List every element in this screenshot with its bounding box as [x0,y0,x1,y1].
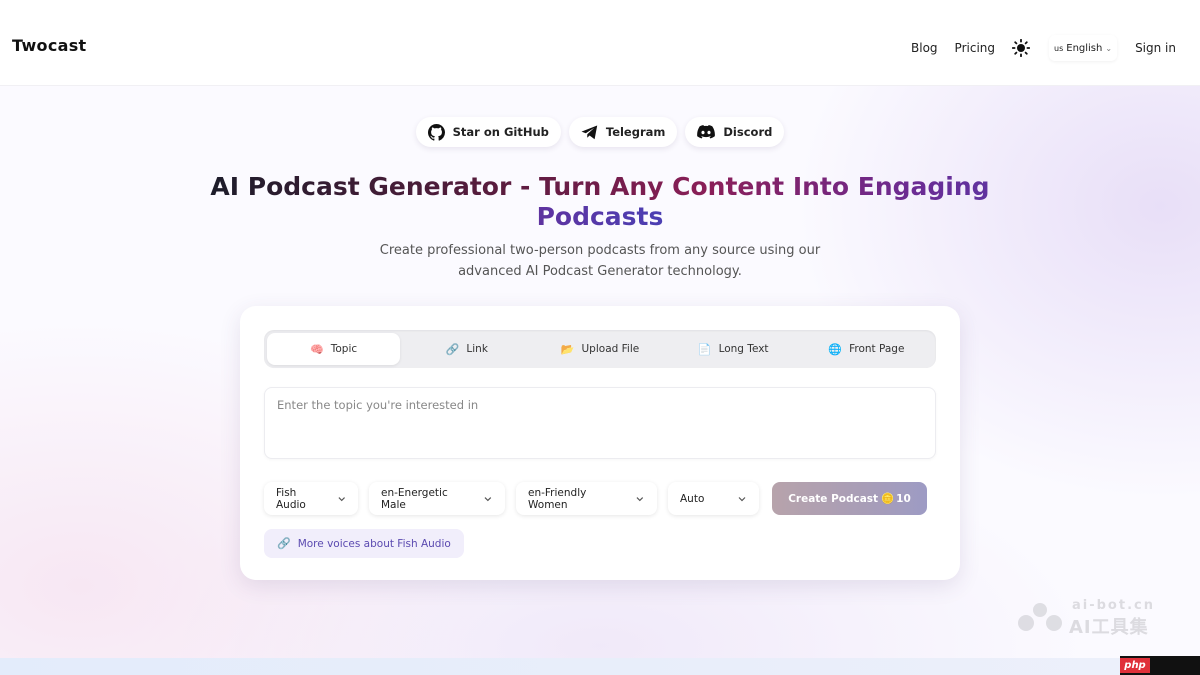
podcast-generator-card: 🧠 Topic 🔗 Link 📂 Upload File 📄 Long Text… [240,306,960,580]
voice-1-select[interactable]: en-Energetic Male [369,482,505,515]
us-flag-label: us [1054,43,1064,53]
tab-upload-file-label: Upload File [581,343,640,355]
watermark-domain: ai-bot.cn [1072,598,1155,613]
language-value: Auto [680,492,705,505]
discord-button[interactable]: Discord [685,117,785,147]
telegram-label: Telegram [605,125,666,139]
tab-link-label: Link [466,343,488,355]
site-header: Twocast Blog Pricing us English ⌄ Sign i… [0,0,1200,86]
telegram-button[interactable]: Telegram [568,117,678,147]
language-selector[interactable]: us English ⌄ [1049,35,1118,61]
voice-1-value: en-Energetic Male [381,486,448,511]
chevron-down-icon [738,496,746,501]
coin-icon: 🪙 [881,493,895,505]
link-icon: 🔗 [445,342,460,356]
tab-front-page[interactable]: 🌐 Front Page [800,333,933,365]
credit-cost: 10 [896,492,911,505]
page-subtitle: Create professional two-person podcasts … [379,243,821,279]
nav-blog-link[interactable]: Blog [911,41,938,55]
create-podcast-button[interactable]: Create Podcast 🪙 10 [772,482,927,515]
tab-topic[interactable]: 🧠 Topic [267,333,401,365]
language-label: English [1066,42,1103,54]
topic-input[interactable]: Enter the topic you're interested in [264,387,936,459]
create-podcast-label: Create Podcast [788,492,879,505]
folder-icon: 📂 [560,342,575,356]
php-badge-label: php [1120,658,1150,673]
php-badge: php [1120,656,1200,675]
tts-provider-value: Fish Audio [276,486,306,511]
more-voices-label: More voices about Fish Audio [297,537,451,550]
tab-link[interactable]: 🔗 Link [400,333,533,365]
page-title: AI Podcast Generator - Turn Any Content … [210,172,990,231]
tab-upload-file[interactable]: 📂 Upload File [533,333,666,365]
tab-topic-label: Topic [330,343,358,355]
next-section-strip [0,658,1200,675]
telegram-icon [581,125,598,139]
top-nav: Blog Pricing us English ⌄ Sign in [894,35,1176,61]
github-icon [427,123,445,141]
watermark: ai-bot.cn AI工具集 [1017,598,1167,638]
sign-in-link[interactable]: Sign in [1135,41,1176,55]
chevron-down-icon [636,496,644,501]
site-logo[interactable]: Twocast [12,36,86,55]
github-button[interactable]: Star on GitHub [415,117,561,147]
link-icon: 🔗 [277,537,291,550]
chevron-down-icon: ⌄ [1105,43,1113,53]
discord-label: Discord [723,125,773,139]
watermark-logo-icon [1018,603,1062,631]
language-select[interactable]: Auto [668,482,759,515]
discord-icon [697,125,716,139]
watermark-brand: AI工具集 [1069,617,1149,638]
github-label: Star on GitHub [452,125,549,139]
tts-provider-select[interactable]: Fish Audio [264,482,358,515]
tab-front-page-label: Front Page [849,343,905,355]
more-voices-link[interactable]: 🔗 More voices about Fish Audio [264,529,464,558]
document-icon: 📄 [697,342,712,356]
tab-long-text[interactable]: 📄 Long Text [667,333,800,365]
chevron-down-icon [338,496,345,501]
sun-icon[interactable] [1011,38,1031,58]
voice-2-select[interactable]: en-Friendly Women [516,482,657,515]
nav-pricing-link[interactable]: Pricing [955,41,995,55]
podcast-options: Fish Audio en-Energetic Male en-Friendly… [264,482,927,515]
brain-icon: 🧠 [310,342,324,356]
social-links: Star on GitHub Telegram Discord [0,117,1200,147]
chevron-down-icon [484,496,492,501]
globe-icon: 🌐 [828,342,843,356]
source-tabs: 🧠 Topic 🔗 Link 📂 Upload File 📄 Long Text… [264,330,936,368]
voice-2-value: en-Friendly Women [528,486,587,511]
tab-long-text-label: Long Text [718,343,769,355]
